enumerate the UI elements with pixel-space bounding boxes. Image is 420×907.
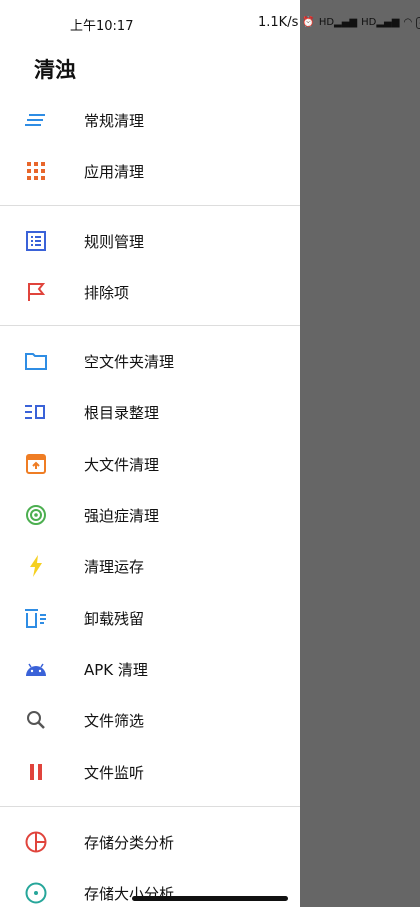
- menu-item-large-file-clean[interactable]: 大文件清理: [0, 440, 300, 488]
- menu-item-empty-folder-clean[interactable]: 空文件夹清理: [0, 337, 300, 385]
- divider: [0, 806, 300, 807]
- menu-item-root-organize[interactable]: 根目录整理: [0, 388, 300, 436]
- menu-item-label: APK 清理: [84, 660, 148, 679]
- menu-item-file-filter[interactable]: 文件筛选: [0, 696, 300, 744]
- target-icon: [24, 503, 48, 527]
- menu-item-storage-category-analysis[interactable]: 存储分类分析: [0, 818, 300, 866]
- pie-icon: [24, 830, 48, 854]
- menu-item-apk-clean[interactable]: APK 清理: [0, 645, 300, 693]
- alarm-icon: ⏰: [302, 16, 315, 28]
- menu-item-label: 规则管理: [84, 232, 145, 251]
- status-bar-right: 1.1K/s ⏰ HD▂▄▆ HD▂▄▆ ◠ 80: [0, 0, 420, 46]
- divider: [0, 205, 300, 206]
- menu-item-label: 强迫症清理: [84, 506, 160, 525]
- signal-icon: HD▂▄▆: [318, 16, 358, 28]
- menu-item-label: 排除项: [84, 283, 130, 302]
- lines-icon: [24, 108, 48, 132]
- signal-icon: HD▂▄▆: [361, 16, 400, 28]
- drawer-scrim[interactable]: [300, 0, 420, 907]
- menu-item-file-monitor[interactable]: 文件监听: [0, 748, 300, 796]
- menu-item-regular-clean[interactable]: 常规清理: [0, 96, 300, 144]
- wifi-icon: ◠: [403, 16, 413, 28]
- columns-icon: [24, 400, 48, 424]
- menu-item-ocd-clean[interactable]: 强迫症清理: [0, 491, 300, 539]
- divider: [0, 325, 300, 326]
- menu-item-app-clean[interactable]: 应用清理: [0, 147, 300, 195]
- list-icon: [24, 229, 48, 253]
- menu-item-label: 文件监听: [84, 763, 145, 782]
- menu-item-label: 大文件清理: [84, 455, 160, 474]
- android-icon: [24, 657, 48, 681]
- flag-icon: [24, 280, 48, 304]
- chart-icon: [24, 881, 48, 905]
- navigation-drawer: 上午10:17 清浊 常规清理 应用清理 规则管理 排除项 空文件夹清理 根目录…: [0, 0, 300, 907]
- lightning-icon: [24, 554, 48, 578]
- menu-item-storage-size-analysis[interactable]: 存储大小分析: [0, 869, 300, 907]
- home-indicator[interactable]: [132, 896, 288, 901]
- pause-icon: [24, 760, 48, 784]
- menu-item-label: 应用清理: [84, 162, 145, 181]
- search-icon: [24, 708, 48, 732]
- folder-icon: [24, 349, 48, 373]
- menu-item-label: 存储分类分析: [84, 833, 175, 852]
- menu-item-uninstall-residue[interactable]: 卸载残留: [0, 594, 300, 642]
- menu-item-label: 根目录整理: [84, 403, 160, 422]
- menu-item-label: 文件筛选: [84, 711, 145, 730]
- menu-item-ram-clean[interactable]: 清理运存: [0, 542, 300, 590]
- menu-item-label: 卸载残留: [84, 609, 145, 628]
- battery-icon: 80: [416, 16, 420, 29]
- network-speed: 1.1K/s: [258, 15, 299, 30]
- menu-item-label: 空文件夹清理: [84, 352, 175, 371]
- menu-item-label: 常规清理: [84, 111, 145, 130]
- menu-item-label: 清理运存: [84, 557, 145, 576]
- menu-item-rule-management[interactable]: 规则管理: [0, 217, 300, 265]
- archive-icon: [24, 452, 48, 476]
- grid-icon: [24, 159, 48, 183]
- menu-item-exclusions[interactable]: 排除项: [0, 268, 300, 316]
- trash-icon: [24, 606, 48, 630]
- drawer-title: 清浊: [34, 58, 76, 82]
